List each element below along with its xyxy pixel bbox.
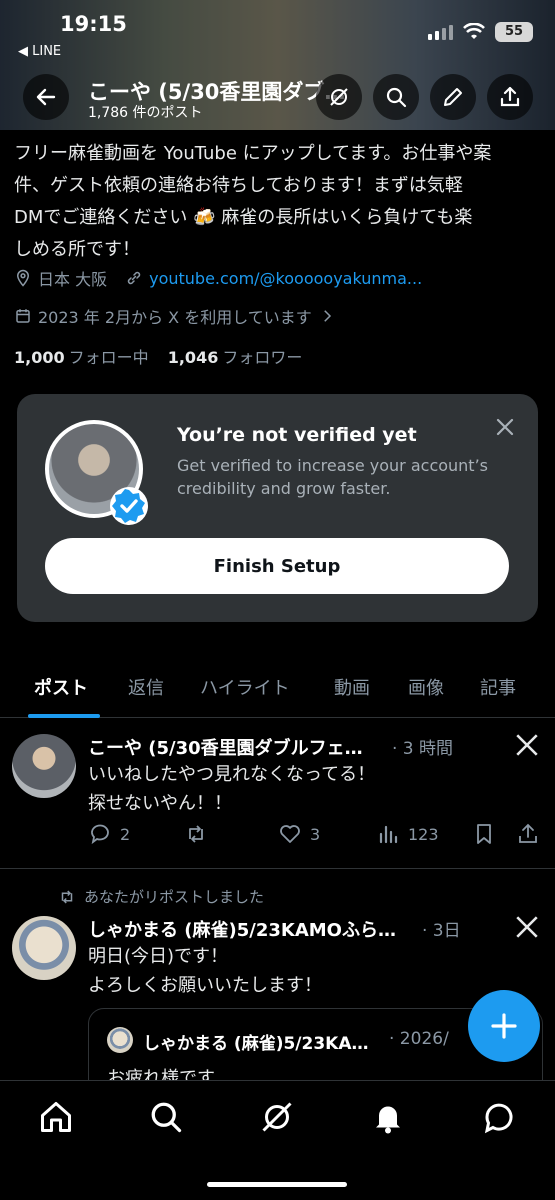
profile-bio: フリー麻雀動画を YouTube にアップしてます。お仕事や案 件、ゲスト依頼の… [14,138,542,266]
share-button[interactable] [487,74,533,120]
avatar[interactable] [12,916,76,980]
profile-meta: 日本 大阪 youtube.com/@koooooyakunma... [14,266,422,290]
edit-button[interactable] [430,74,476,120]
views-button[interactable]: 123 [376,822,439,846]
back-button[interactable] [23,74,69,120]
grok-button[interactable] [316,74,362,120]
bookmark-button[interactable] [472,822,504,846]
share-icon [500,86,520,107]
status-bar: 19:15 ◀ LINE 55 [0,0,555,70]
divider [0,868,555,869]
joined-row[interactable]: 2023 年 2月から X を利用しています [14,304,342,328]
profile-navbar: こーや (5/30香里園ダブ… 1,786 件のポスト [0,72,555,124]
pencil-icon [444,88,462,106]
post-text: いいねしたやつ見れなくなってる！ 探せないやん！！ [88,764,376,814]
search-icon[interactable] [148,1099,184,1135]
plus-icon [491,1013,517,1039]
chevron-right-icon [323,310,331,322]
battery-indicator: 55 [495,22,533,42]
bio-line: 件、ゲスト依頼の連絡お待ちしております！まずは気軽 [14,175,463,196]
card-description: Get verified to increase your account’s … [177,456,488,498]
post-text: 明日(今日)です！ よろしくお願いいたします！ [88,946,322,996]
home-icon[interactable] [38,1099,74,1135]
search-icon [386,87,407,108]
close-icon[interactable] [494,416,516,438]
post-time: · 3 時間 [392,739,454,759]
post-author-name[interactable]: こーや (5/30香里園ダブルフェ… [88,734,388,760]
calendar-icon [16,309,30,323]
tab-images[interactable]: 画像 [408,674,444,700]
followers-link[interactable]: 1,046 フォロワー [168,348,303,367]
share-icon [519,823,537,843]
post-author-name[interactable]: しゃかまる (麻雀)5/23KAMOふら… [88,916,418,942]
post-time: · 3日 [422,921,461,941]
repost-icon [189,825,203,843]
location-pin-icon [16,269,30,287]
message-icon[interactable] [481,1099,517,1135]
share-post-button[interactable] [516,822,548,846]
location-text: 日本 大阪 [38,270,108,289]
bar-chart-icon [379,825,398,844]
joined-text: 2023 年 2月から X を利用しています [38,308,312,327]
tab-replies[interactable]: 返信 [128,674,164,700]
x-logo-icon [516,916,538,938]
tab-highlights[interactable]: ハイライト [200,674,290,700]
tab-posts[interactable]: ポスト [34,674,88,700]
arrow-left-icon [36,88,56,106]
back-to-app-link[interactable]: ◀ LINE [18,44,61,59]
heart-icon [280,825,300,843]
post-actions: 2 3 123 [88,822,543,852]
avatar [107,1027,133,1053]
bio-line: フリー麻雀動画を YouTube にアップしてます。お仕事や案 [14,143,492,164]
repost-indicator: あなたがリポストしました [58,886,264,907]
verification-card: You’re not verified yet Get verified to … [17,394,538,622]
repost-button[interactable] [184,822,216,846]
tab-videos[interactable]: 動画 [334,674,370,700]
quoted-time: · 2026/ [389,1029,449,1049]
like-button[interactable]: 3 [278,822,320,846]
home-indicator [207,1182,347,1187]
bio-line: DMでご連絡ください 🍻 麻雀の長所はいくら負けても楽 [14,207,473,228]
wifi-icon [463,23,485,39]
verified-badge-icon [110,487,148,525]
x-logo-icon [516,734,538,756]
reply-icon [91,824,109,845]
grok-icon [330,88,348,106]
signal-icon [428,24,453,40]
compose-button[interactable] [468,990,540,1062]
link-icon [127,271,141,285]
profile-link[interactable]: youtube.com/@koooooyakunma... [149,269,422,288]
bio-line: しめる所です！ [14,239,140,260]
grok-icon[interactable] [259,1099,295,1135]
search-button[interactable] [373,74,419,120]
post-count: 1,786 件のポスト [88,105,203,121]
profile-tabs: ポスト 返信 ハイライト 動画 画像 記事 [0,664,555,718]
status-time: 19:15 [60,12,127,36]
following-link[interactable]: 1,000 フォロー中 [14,348,149,367]
avatar[interactable] [12,734,76,798]
follow-stats: 1,000 フォロー中 1,046 フォロワー [14,344,302,368]
reply-button[interactable]: 2 [88,822,130,846]
card-title: You’re not verified yet [177,424,417,446]
active-tab-indicator [28,714,100,718]
bookmark-icon [477,824,491,844]
repost-icon [61,889,73,904]
bell-icon[interactable] [370,1099,406,1135]
finish-setup-button[interactable]: Finish Setup [45,538,509,594]
quoted-author-name: しゃかまる (麻雀)5/23KA… [143,1034,369,1054]
tab-articles[interactable]: 記事 [480,674,516,700]
